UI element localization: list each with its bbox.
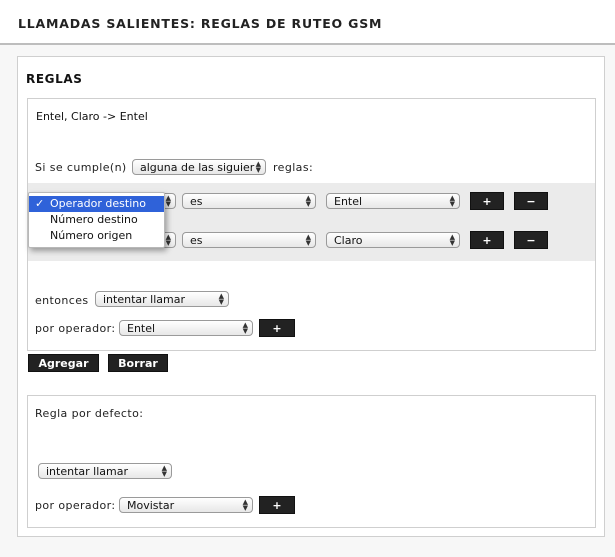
action-select-value: intentar llamar (103, 293, 185, 306)
operator-select[interactable]: Entel ▲ ▼ (119, 320, 253, 336)
remove-condition-button[interactable]: − (514, 192, 548, 210)
updown-arrows-icon: ▲ ▼ (242, 498, 248, 512)
updown-arrows-icon: ▲ ▼ (449, 233, 455, 247)
updown-arrows-icon: ▲ ▼ (165, 233, 171, 247)
condition-operator-value: es (190, 234, 203, 247)
condition-operator-select[interactable]: es ▲ ▼ (182, 232, 316, 248)
condition-value: Entel (334, 195, 363, 208)
updown-arrows-icon: ▲ ▼ (305, 233, 311, 247)
dropdown-option-label: Número destino (50, 213, 138, 226)
if-label: Si se cumple(n) (35, 161, 127, 174)
page-title: LLAMADAS SALIENTES: REGLAS DE RUTEO GSM (18, 16, 383, 31)
match-select-value: alguna de las siguier (140, 161, 255, 174)
agregar-button[interactable]: Agregar (28, 354, 99, 372)
default-operator-select[interactable]: Movistar ▲ ▼ (119, 497, 253, 513)
dropdown-option-selected[interactable]: ✓ Operador destino (29, 196, 164, 212)
default-operator-value: Movistar (127, 499, 175, 512)
default-operator-label: por operador: (35, 499, 116, 512)
add-condition-button[interactable]: + (470, 192, 504, 210)
match-select[interactable]: alguna de las siguier ▲ ▼ (132, 159, 266, 175)
rules-label: reglas: (273, 161, 314, 174)
condition-operator-select[interactable]: es ▲ ▼ (182, 193, 316, 209)
updown-arrows-icon: ▲ ▼ (161, 464, 167, 478)
dropdown-option[interactable]: Número origen (29, 228, 164, 244)
default-rule-label: Regla por defecto: (35, 407, 144, 420)
updown-arrows-icon: ▲ ▼ (218, 292, 224, 306)
condition-value: Claro (334, 234, 363, 247)
dropdown-option-label: Operador destino (50, 197, 146, 210)
updown-arrows-icon: ▲ ▼ (255, 160, 261, 174)
borrar-button[interactable]: Borrar (108, 354, 168, 372)
dropdown-option-label: Número origen (50, 229, 133, 242)
condition-field-dropdown: ✓ Operador destino Número destino Número… (28, 192, 165, 248)
page-header: LLAMADAS SALIENTES: REGLAS DE RUTEO GSM (0, 0, 615, 45)
updown-arrows-icon: ▲ ▼ (305, 194, 311, 208)
action-select[interactable]: intentar llamar ▲ ▼ (95, 291, 229, 307)
condition-operator-value: es (190, 195, 203, 208)
default-add-operator-button[interactable]: + (259, 496, 295, 514)
add-condition-button[interactable]: + (470, 231, 504, 249)
condition-value-select[interactable]: Claro ▲ ▼ (326, 232, 460, 248)
rule-name: Entel, Claro -> Entel (36, 110, 148, 123)
section-title: REGLAS (26, 72, 83, 86)
condition-value-select[interactable]: Entel ▲ ▼ (326, 193, 460, 209)
operator-select-value: Entel (127, 322, 156, 335)
updown-arrows-icon: ▲ ▼ (449, 194, 455, 208)
updown-arrows-icon: ▲ ▼ (242, 321, 248, 335)
checkmark-icon: ✓ (35, 197, 45, 210)
dropdown-option[interactable]: Número destino (29, 212, 164, 228)
updown-arrows-icon: ▲ ▼ (165, 194, 171, 208)
remove-condition-button[interactable]: − (514, 231, 548, 249)
default-action-select[interactable]: intentar llamar ▲ ▼ (38, 463, 172, 479)
operator-label: por operador: (35, 322, 116, 335)
then-label: entonces (35, 294, 89, 307)
default-action-value: intentar llamar (46, 465, 128, 478)
add-operator-button[interactable]: + (259, 319, 295, 337)
